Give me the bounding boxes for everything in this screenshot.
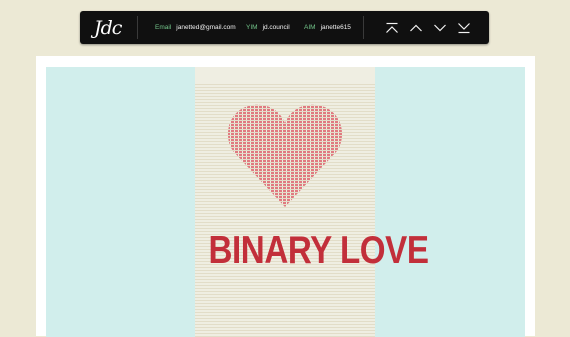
previous-icon xyxy=(410,24,422,32)
poster-top-band xyxy=(195,67,375,83)
previous-button[interactable] xyxy=(409,22,423,34)
aim-value[interactable]: janette615 xyxy=(321,24,351,31)
email-label: Email xyxy=(155,24,172,31)
next-icon xyxy=(434,24,446,32)
email-value[interactable]: janetted@gmail.com xyxy=(176,24,235,31)
first-icon xyxy=(386,22,398,33)
yim-value[interactable]: jd.council xyxy=(263,24,290,31)
poster-image: BINARY LOVE xyxy=(195,67,429,337)
divider xyxy=(137,16,138,39)
divider xyxy=(363,16,364,39)
contact-yim: YIM jd.council xyxy=(246,23,290,32)
site-logo[interactable]: Jdc xyxy=(94,14,124,42)
last-button[interactable] xyxy=(457,22,471,34)
yim-label: YIM xyxy=(246,24,258,31)
first-button[interactable] xyxy=(385,22,399,34)
last-icon xyxy=(458,23,470,34)
contact-aim: AIM janette615 xyxy=(304,23,351,32)
poster-title: BINARY LOVE xyxy=(208,229,429,272)
top-bar: Jdc Email janetted@gmail.com YIM jd.counci… xyxy=(80,11,489,44)
contact-email: Email janetted@gmail.com xyxy=(155,23,236,32)
next-button[interactable] xyxy=(433,22,447,34)
heart-graphic xyxy=(227,103,343,207)
aim-label: AIM xyxy=(304,24,316,31)
